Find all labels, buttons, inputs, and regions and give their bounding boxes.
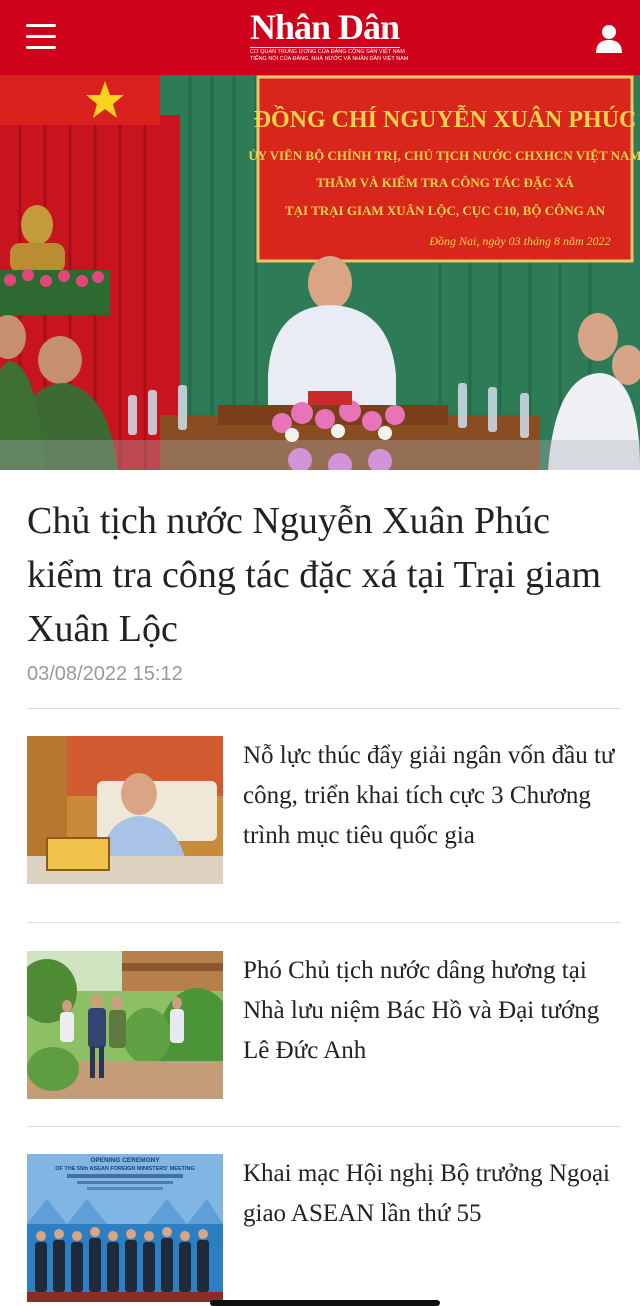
banner-line-3: THĂM VÀ KIỂM TRA CÔNG TÁC ĐẶC XÁ bbox=[316, 175, 574, 190]
logo-rule bbox=[250, 47, 400, 48]
hero-image[interactable]: ĐỒNG CHÍ NGUYỄN XUÂN PHÚC ỦY VIÊN BỘ CHÍ… bbox=[0, 75, 640, 470]
thumb-text-1: OPENING CEREMONY bbox=[90, 1157, 160, 1164]
banner-line-2: ỦY VIÊN BỘ CHÍNH TRỊ, CHỦ TỊCH NƯỚC CHXH… bbox=[248, 148, 640, 163]
thumb-text-2: OF THE 55th ASEAN FOREIGN MINISTERS' MEE… bbox=[55, 1166, 195, 1172]
banner-date: Đồng Nai, ngày 03 tháng 8 năm 2022 bbox=[428, 234, 610, 248]
banner-line-1: ĐỒNG CHÍ NGUYỄN XUÂN PHÚC bbox=[254, 105, 637, 133]
logo-tagline-2: TIẾNG NÓI CỦA ĐẢNG, NHÀ NƯỚC VÀ NHÂN DÂN… bbox=[250, 56, 409, 62]
top-navigation-bar: Nhân Dân CƠ QUAN TRUNG ƯƠNG CỦA ĐẢNG CỘN… bbox=[0, 0, 640, 75]
article-1-thumbnail[interactable] bbox=[27, 736, 223, 884]
article-1-title[interactable]: Nỗ lực thúc đẩy giải ngân vốn đầu tư côn… bbox=[243, 736, 623, 856]
hero-article-title[interactable]: Chủ tịch nước Nguyễn Xuân Phúc kiểm tra … bbox=[27, 494, 617, 656]
home-indicator bbox=[210, 1300, 440, 1306]
divider bbox=[27, 1126, 621, 1127]
logo-tagline-1: CƠ QUAN TRUNG ƯƠNG CỦA ĐẢNG CỘNG SẢN VIỆ… bbox=[250, 49, 405, 55]
article-2-thumbnail[interactable] bbox=[27, 951, 223, 1099]
article-3-thumbnail[interactable]: OPENING CEREMONY OF THE 55th ASEAN FOREI… bbox=[27, 1154, 223, 1302]
divider bbox=[27, 708, 621, 709]
user-account-icon[interactable] bbox=[592, 22, 626, 56]
article-3-title[interactable]: Khai mạc Hội nghị Bộ trưởng Ngoại giao A… bbox=[243, 1154, 623, 1234]
logo-text: Nhân Dân bbox=[250, 7, 400, 47]
hamburger-menu-icon[interactable] bbox=[26, 24, 56, 50]
divider bbox=[27, 922, 621, 923]
site-logo[interactable]: Nhân Dân CƠ QUAN TRUNG ƯƠNG CỦA ĐẢNG CỘN… bbox=[250, 7, 409, 66]
hero-article-date: 03/08/2022 15:12 bbox=[27, 663, 183, 685]
banner-line-4: TẠI TRẠI GIAM XUÂN LỘC, CỤC C10, BỘ CÔNG… bbox=[285, 203, 606, 218]
article-2-title[interactable]: Phó Chủ tịch nước dâng hương tại Nhà lưu… bbox=[243, 951, 623, 1071]
